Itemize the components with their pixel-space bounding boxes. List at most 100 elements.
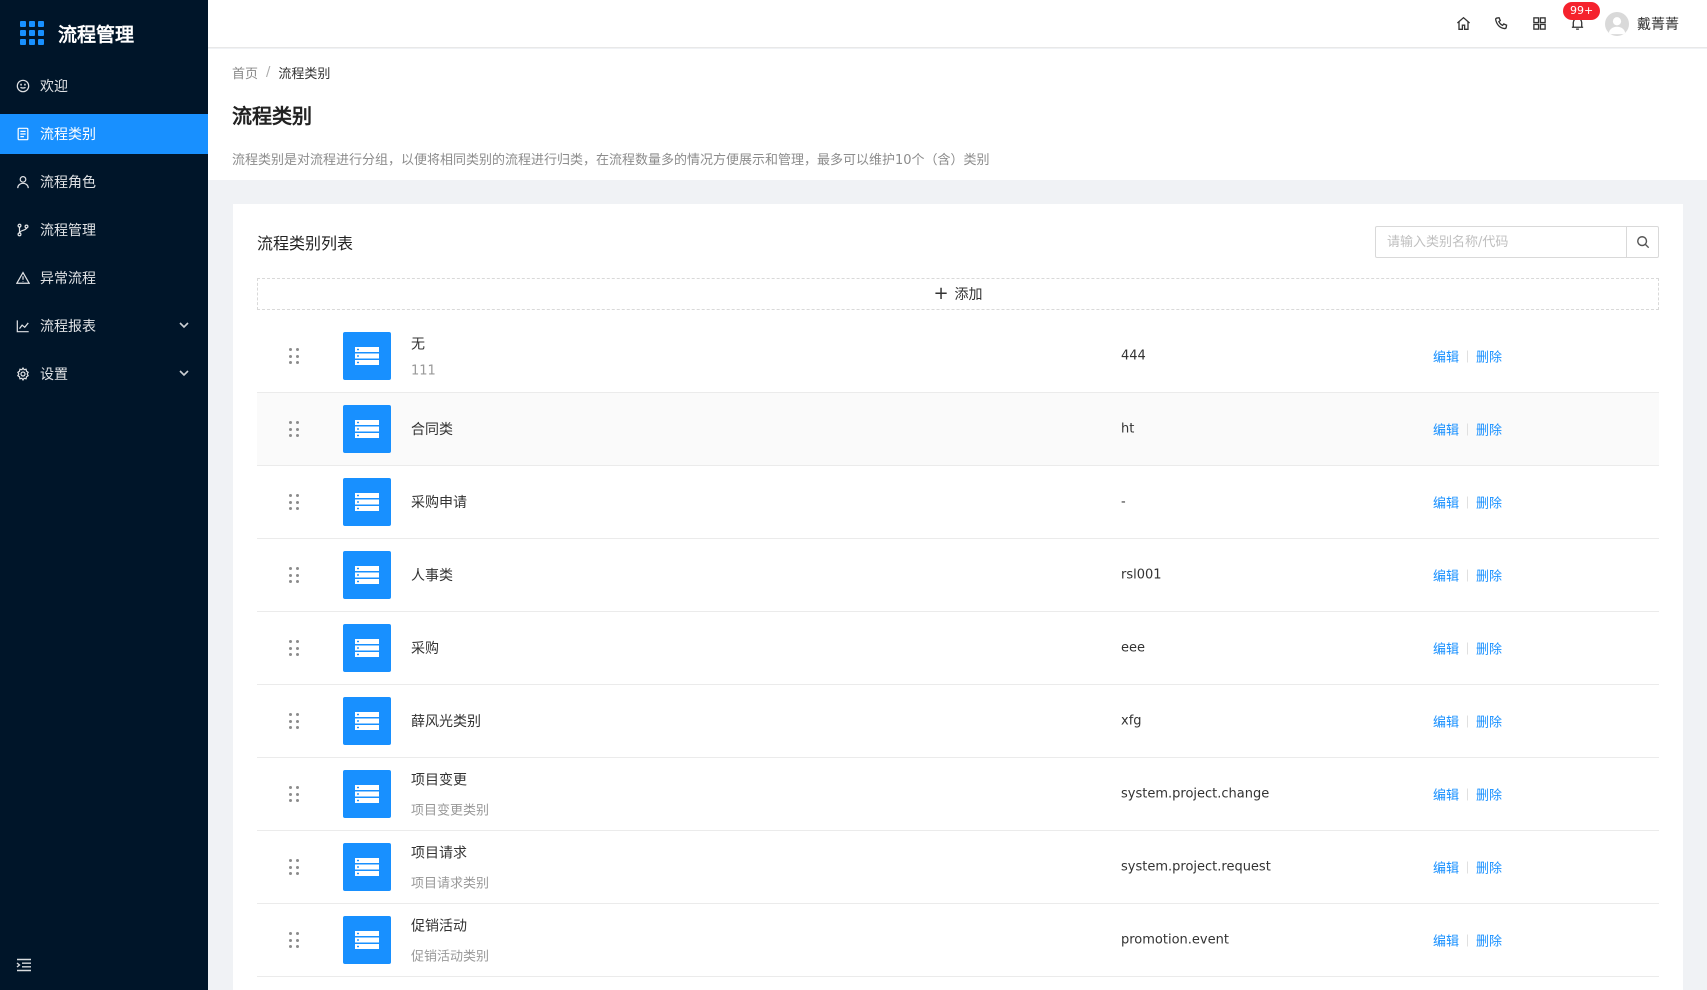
search-input[interactable] bbox=[1376, 227, 1626, 257]
row-actions: 编辑 删除 bbox=[1433, 785, 1502, 804]
user-menu[interactable]: 戴菁菁 bbox=[1605, 11, 1679, 36]
action-divider bbox=[1467, 569, 1469, 581]
edit-button[interactable]: 编辑 bbox=[1433, 420, 1459, 439]
category-code: system.project.request bbox=[1121, 859, 1271, 875]
category-code: 444 bbox=[1121, 348, 1146, 364]
breadcrumb-home[interactable]: 首页 bbox=[232, 63, 258, 82]
chevron-down-icon bbox=[178, 367, 190, 379]
category-description: 项目请求类别 bbox=[411, 876, 490, 892]
category-list: 无 111 444 编辑 删除 合同类 ht 编辑 删除 采购申请 - 编辑 删… bbox=[257, 320, 1659, 977]
logo[interactable]: 流程管理 bbox=[0, 0, 208, 66]
sidebar-item-label: 流程报表 bbox=[40, 319, 96, 335]
category-description: 项目变更类别 bbox=[411, 803, 490, 819]
delete-button[interactable]: 删除 bbox=[1476, 566, 1502, 585]
category-names: 合同类 bbox=[411, 419, 453, 439]
edit-button[interactable]: 编辑 bbox=[1433, 712, 1459, 731]
category-name: 无 bbox=[411, 336, 425, 353]
bell-icon[interactable]: 99+ bbox=[1563, 1, 1601, 32]
search-button[interactable] bbox=[1626, 227, 1658, 257]
edit-button[interactable]: 编辑 bbox=[1433, 493, 1459, 512]
add-category-button[interactable]: + 添加 bbox=[257, 278, 1659, 310]
sidebar-item-process-report[interactable]: 流程报表 bbox=[0, 306, 208, 346]
delete-button[interactable]: 删除 bbox=[1476, 347, 1502, 366]
drag-handle-icon[interactable] bbox=[289, 348, 299, 364]
sidebar-item-label: 流程管理 bbox=[40, 223, 96, 239]
plus-icon: + bbox=[933, 283, 949, 304]
phone-icon[interactable] bbox=[1493, 16, 1509, 32]
drag-handle-icon[interactable] bbox=[289, 494, 299, 510]
delete-button[interactable]: 删除 bbox=[1476, 858, 1502, 877]
search-icon bbox=[1636, 236, 1649, 249]
app-grid-icon bbox=[20, 21, 44, 45]
sidebar-item-process-role[interactable]: 流程角色 bbox=[0, 162, 208, 202]
drag-handle-icon[interactable] bbox=[289, 567, 299, 583]
edit-button[interactable]: 编辑 bbox=[1433, 347, 1459, 366]
category-icon bbox=[343, 697, 391, 745]
search-box bbox=[1375, 226, 1659, 258]
drag-handle-icon[interactable] bbox=[289, 640, 299, 656]
action-divider bbox=[1467, 934, 1469, 946]
sidebar-item-process-management[interactable]: 流程管理 bbox=[0, 210, 208, 250]
category-name: 促销活动 bbox=[411, 918, 467, 935]
drag-handle-icon[interactable] bbox=[289, 932, 299, 948]
drag-handle-icon[interactable] bbox=[289, 713, 299, 729]
row-actions: 编辑 删除 bbox=[1433, 420, 1502, 439]
category-name: 合同类 bbox=[411, 422, 453, 438]
list-item: 无 111 444 编辑 删除 bbox=[257, 320, 1659, 393]
edit-button[interactable]: 编辑 bbox=[1433, 639, 1459, 658]
row-actions: 编辑 删除 bbox=[1433, 858, 1502, 877]
branch-icon bbox=[16, 223, 30, 237]
category-icon bbox=[343, 405, 391, 453]
category-name: 采购 bbox=[411, 641, 439, 657]
delete-button[interactable]: 删除 bbox=[1476, 420, 1502, 439]
delete-button[interactable]: 删除 bbox=[1476, 712, 1502, 731]
sidebar-item-welcome[interactable]: 欢迎 bbox=[0, 66, 208, 106]
category-icon bbox=[343, 916, 391, 964]
delete-button[interactable]: 删除 bbox=[1476, 639, 1502, 658]
category-code: xfg bbox=[1121, 713, 1142, 729]
category-names: 采购申请 bbox=[411, 492, 467, 512]
sidebar-item-label: 异常流程 bbox=[40, 271, 96, 287]
sidebar-item-process-category[interactable]: 流程类别 bbox=[0, 114, 208, 154]
sidebar-item-label: 设置 bbox=[40, 367, 68, 383]
delete-button[interactable]: 删除 bbox=[1476, 493, 1502, 512]
category-name: 项目变更 bbox=[411, 772, 467, 789]
gear-icon bbox=[16, 367, 30, 381]
category-names: 人事类 bbox=[411, 565, 453, 585]
page-header: 首页 / 流程类别 流程类别 流程类别是对流程进行分组，以便将相同类别的流程进行… bbox=[208, 49, 1707, 180]
action-divider bbox=[1467, 350, 1469, 362]
row-actions: 编辑 删除 bbox=[1433, 712, 1502, 731]
category-name: 薛风光类别 bbox=[411, 714, 481, 730]
edit-button[interactable]: 编辑 bbox=[1433, 785, 1459, 804]
sidebar-menu: 欢迎 流程类别 流程角色 流程管理 异常流程 流程报表 设置 bbox=[0, 66, 208, 394]
drag-handle-icon[interactable] bbox=[289, 786, 299, 802]
home-icon[interactable] bbox=[1455, 16, 1471, 32]
delete-button[interactable]: 删除 bbox=[1476, 931, 1502, 950]
sidebar-item-settings[interactable]: 设置 bbox=[0, 354, 208, 394]
action-divider bbox=[1467, 788, 1469, 800]
notification-badge: 99+ bbox=[1563, 1, 1601, 20]
menu-collapse-icon[interactable] bbox=[16, 958, 32, 972]
delete-button[interactable]: 删除 bbox=[1476, 785, 1502, 804]
list-item: 项目变更 项目变更类别 system.project.change 编辑 删除 bbox=[257, 758, 1659, 831]
edit-button[interactable]: 编辑 bbox=[1433, 858, 1459, 877]
top-header: 99+ 戴菁菁 bbox=[208, 0, 1707, 48]
drag-handle-icon[interactable] bbox=[289, 421, 299, 437]
list-item: 采购申请 - 编辑 删除 bbox=[257, 466, 1659, 539]
sidebar-item-exception-process[interactable]: 异常流程 bbox=[0, 258, 208, 298]
breadcrumb-separator: / bbox=[266, 65, 271, 80]
category-code: rsl001 bbox=[1121, 567, 1162, 583]
action-divider bbox=[1467, 642, 1469, 654]
apps-grid-icon[interactable] bbox=[1531, 16, 1547, 32]
breadcrumb-current: 流程类别 bbox=[278, 67, 331, 82]
edit-button[interactable]: 编辑 bbox=[1433, 931, 1459, 950]
edit-button[interactable]: 编辑 bbox=[1433, 566, 1459, 585]
drag-handle-icon[interactable] bbox=[289, 859, 299, 875]
card-title: 流程类别列表 bbox=[257, 234, 354, 253]
app-title: 流程管理 bbox=[58, 23, 135, 46]
action-divider bbox=[1467, 423, 1469, 435]
list-item: 促销活动 促销活动类别 promotion.event 编辑 删除 bbox=[257, 904, 1659, 977]
category-list-card: 流程类别列表 + 添加 无 111 444 编辑 删除 bbox=[233, 204, 1683, 990]
row-actions: 编辑 删除 bbox=[1433, 493, 1502, 512]
category-name: 人事类 bbox=[411, 568, 453, 584]
